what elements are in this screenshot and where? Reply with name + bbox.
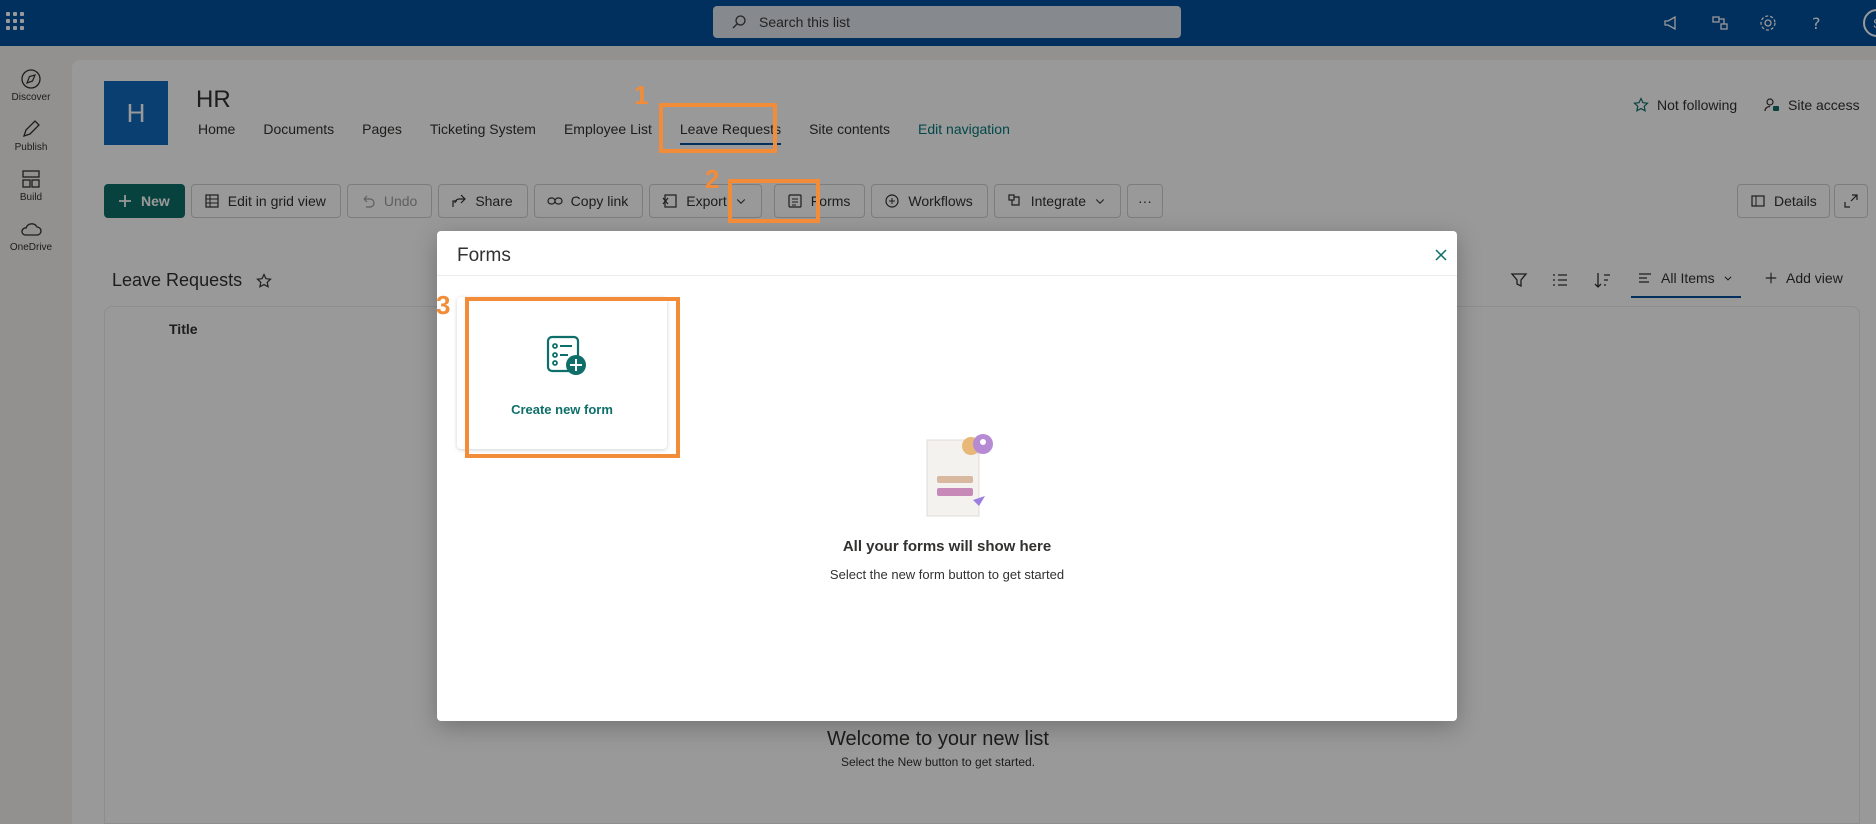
annotation-number-1: 1 — [634, 80, 649, 110]
forms-empty-illustration — [926, 434, 993, 517]
empty-state-title: All your forms will show here — [842, 538, 1052, 555]
annotation-box-1 — [659, 103, 777, 153]
annotation-number-3: 3 — [436, 290, 451, 320]
annotation-box-3 — [465, 297, 680, 458]
dialog-title: Forms — [457, 245, 511, 266]
empty-state-subtitle: Select the new form button to get starte… — [829, 567, 1065, 582]
annotation-number-2: 2 — [705, 164, 720, 194]
annotation-box-2 — [728, 179, 820, 223]
dialog-divider — [437, 275, 1457, 276]
close-icon[interactable] — [1430, 244, 1452, 266]
